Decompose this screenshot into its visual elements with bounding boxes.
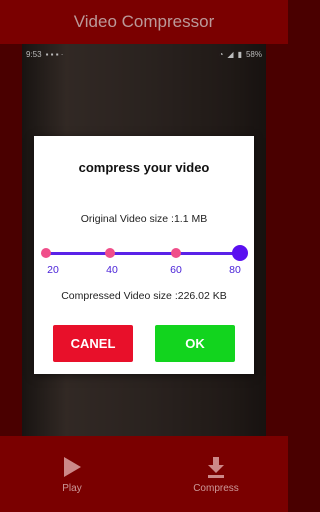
slider-thumb[interactable] [232,245,248,261]
slider-track[interactable] [46,252,240,255]
slider-tick-60[interactable] [171,248,181,258]
slider-tick-40[interactable] [105,248,115,258]
notification-icon: ▪ ▪ ▪ · [45,49,64,59]
cancel-button[interactable]: CANEL [53,325,133,362]
slider-label-60: 60 [170,264,182,276]
bottom-nav: Play Compress [0,436,288,512]
play-button[interactable]: Play [22,436,122,512]
ok-button[interactable]: OK [155,325,235,362]
compress-dialog: compress your video Original Video size … [34,136,254,374]
video-status-bar: 9:53 ▪ ▪ ▪ · ◔ ◢ ▮ 58% [22,46,266,62]
battery-percent: 58% [245,49,262,59]
download-icon [208,456,224,478]
signal-icon: ◢ [227,49,234,59]
app-bar: Video Compressor [0,0,288,44]
dialog-title: compress your video [78,160,210,175]
compress-label: Compress [193,482,239,494]
play-icon [64,456,81,477]
wifi-icon: ◔ [218,49,224,59]
app-title: Video Compressor [73,12,215,31]
slider-tick-20[interactable] [41,248,51,258]
slider-label-20: 20 [47,264,59,276]
compressed-size-text: Compressed Video size :226.02 KB [61,290,227,302]
quality-slider[interactable]: 20 40 60 80 [41,242,248,278]
slider-label-40: 40 [106,264,118,276]
status-time: 9:53 [26,49,42,59]
battery-icon: ▮ [237,49,242,59]
slider-label-80: 80 [229,264,241,276]
original-size-text: Original Video size :1.1 MB [80,213,208,225]
play-label: Play [62,482,82,494]
compress-button[interactable]: Compress [166,436,266,512]
